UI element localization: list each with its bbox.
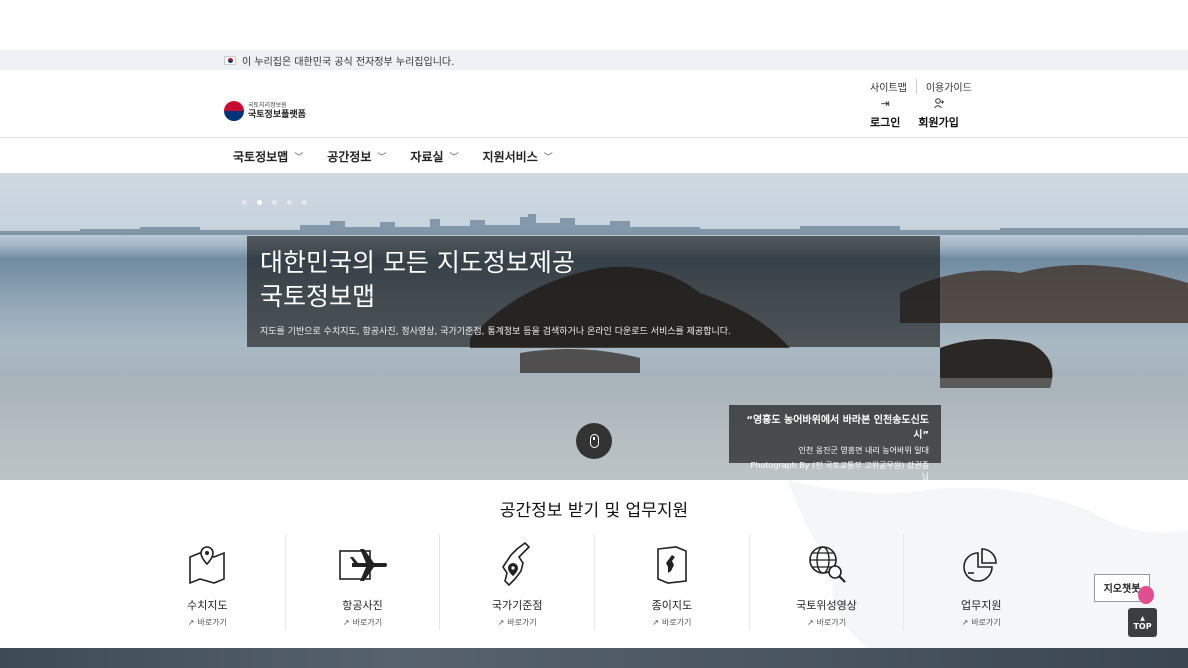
logo-name: 국토정보플랫폼: [248, 109, 306, 120]
service-name: 항공사진: [342, 599, 383, 612]
link-label: 바로가기: [816, 618, 847, 627]
slide-dot[interactable]: [272, 200, 277, 205]
external-link-icon: ↗: [497, 618, 505, 627]
service-link[interactable]: ↗ 바로가기: [807, 617, 846, 628]
pie-chart-icon: [955, 540, 1007, 588]
nav-label: 지원서비스: [482, 150, 538, 164]
airplane-icon: [337, 540, 389, 588]
chevron-down-icon: ﹀: [449, 153, 459, 163]
arrow-up-icon: ▲: [1140, 614, 1145, 622]
nav-label: 공간정보: [327, 150, 372, 164]
service-link[interactable]: ↗ 바로가기: [188, 617, 227, 628]
geo-chatbot-button[interactable]: 지오챗봇: [1094, 574, 1158, 606]
bottom-map-strip: [0, 648, 1188, 668]
slide-dot[interactable]: [302, 200, 307, 205]
hero-description: 지도를 기반으로 수치지도, 항공사진, 정사영상, 국가기준점, 통계정보 등…: [260, 327, 731, 337]
chevron-down-icon: ﹀: [294, 153, 304, 163]
services-section: 공간정보 받기 및 업무지원 수치지도 ↗ 바로가기 항공사진 ↗ 바로가기 국가기…: [0, 480, 1188, 648]
nav-label: 자료실: [410, 150, 444, 164]
chevron-down-icon: ﹀: [377, 153, 387, 163]
scroll-top-button[interactable]: ▲ TOP: [1128, 608, 1157, 637]
service-link[interactable]: ↗ 바로가기: [652, 617, 691, 628]
external-link-icon: ↗: [187, 618, 195, 627]
site-header: 국토지리정보원 국토정보플랫폼 사이트맵 이용가이드 ⇥ 로그인 회원가입: [0, 70, 1188, 138]
caption-title: “영흥도 농어바위에서 바라본 인천송도신도시”: [746, 415, 929, 441]
hero-text-box: 대한민국의 모든 지도정보제공 국토정보맵 지도를 기반으로 수치지도, 항공사…: [247, 236, 940, 347]
login-label: 로그인: [870, 116, 901, 129]
gov-banner: 이 누리집은 대한민국 공식 전자정부 누리집입니다.: [0, 50, 1188, 70]
nav-label: 국토정보맵: [233, 150, 289, 164]
nav-item-support[interactable]: 지원서비스 ﹀: [483, 148, 553, 165]
paper-map-icon: [646, 540, 698, 588]
service-aerial-photo[interactable]: 항공사진 ↗ 바로가기: [284, 534, 440, 630]
link-label: 바로가기: [507, 618, 537, 627]
sitemap-link[interactable]: 사이트맵: [870, 79, 917, 94]
service-link[interactable]: ↗ 바로가기: [498, 617, 537, 628]
service-name: 국토위성영상: [796, 599, 857, 612]
nav-item-land-info-map[interactable]: 국토정보맵 ﹀: [233, 148, 303, 165]
external-link-icon: ↗: [961, 618, 969, 627]
services-title: 공간정보 받기 및 업무지원: [499, 501, 689, 521]
external-link-icon: ↗: [652, 618, 659, 627]
user-actions: ⇥ 로그인 회원가입: [870, 97, 959, 130]
caption-location: 인천 옹진군 영흥면 내리 농어바위 일대: [798, 446, 929, 455]
link-label: 바로가기: [197, 618, 227, 627]
service-name: 국가기준점: [491, 599, 543, 612]
guide-link[interactable]: 이용가이드: [917, 79, 981, 94]
link-label: 바로가기: [352, 618, 383, 627]
site-logo[interactable]: 국토지리정보원 국토정보플랫폼: [224, 101, 306, 121]
service-link[interactable]: ↗ 바로가기: [962, 617, 1001, 628]
hero-title-line1: 대한민국의 모든 지도정보제공: [260, 248, 575, 277]
external-link-icon: ↗: [342, 618, 350, 627]
external-link-icon: ↗: [806, 618, 814, 627]
taegeuk-logo-icon: [224, 101, 244, 121]
nav-item-spatial-info[interactable]: 공간정보 ﹀: [327, 148, 386, 165]
hero-banner: 대한민국의 모든 지도정보제공 국토정보맵 지도를 기반으로 수치지도, 항공사…: [0, 173, 1188, 480]
service-link[interactable]: ↗ 바로가기: [343, 617, 382, 628]
slide-indicators: [242, 200, 307, 205]
service-name: 업무지원: [960, 599, 1002, 612]
caption-credit: Photograph By (전 국토교통부 고위공무원) 강권중 님: [750, 461, 929, 480]
photo-caption: “영흥도 농어바위에서 바라본 인천송도신도시” 인천 옹진군 영흥면 내리 농…: [729, 405, 941, 480]
slide-dot[interactable]: [287, 200, 292, 205]
chevron-down-icon: ﹀: [543, 153, 553, 163]
login-icon: ⇥: [880, 97, 890, 110]
login-button[interactable]: ⇥ 로그인: [870, 97, 900, 130]
map-pin-icon: [181, 540, 233, 588]
globe-search-icon: [801, 540, 853, 588]
service-digital-map[interactable]: 수치지도 ↗ 바로가기: [130, 534, 285, 630]
logo-org: 국토지리정보원: [248, 101, 287, 109]
nav-item-archive[interactable]: 자료실 ﹀: [410, 148, 458, 165]
service-satellite-image[interactable]: 국토위성영상 ↗ 바로가기: [748, 534, 904, 630]
hero-title-line2: 국토정보맵: [260, 282, 376, 311]
service-national-reference-point[interactable]: 국가기준점 ↗ 바로가기: [439, 534, 594, 630]
service-name: 종이지도: [651, 599, 693, 612]
service-name: 수치지도: [187, 599, 228, 612]
link-label: 바로가기: [971, 618, 1001, 627]
chatbot-character-icon: [1138, 586, 1154, 604]
korea-map-icon: [491, 540, 543, 588]
service-work-support[interactable]: 업무지원 ↗ 바로가기: [903, 534, 1058, 630]
signup-button[interactable]: 회원가입: [918, 97, 959, 130]
gov-banner-text: 이 누리집은 대한민국 공식 전자정부 누리집입니다.: [242, 57, 455, 68]
main-navigation: 국토정보맵 ﹀ 공간정보 ﹀ 자료실 ﹀ 지원서비스 ﹀: [0, 139, 1188, 173]
link-label: 바로가기: [661, 618, 692, 627]
korea-flag-icon: [224, 56, 236, 65]
services-list: 수치지도 ↗ 바로가기 항공사진 ↗ 바로가기 국가기준점 ↗ 바로가기 종이지도 ↗…: [130, 534, 1058, 630]
utility-links: 사이트맵 이용가이드: [870, 79, 981, 94]
scroll-down-button[interactable]: [576, 423, 612, 459]
slide-dot[interactable]: [242, 200, 247, 205]
signup-label: 회원가입: [918, 116, 959, 129]
top-label: TOP: [1133, 621, 1152, 631]
mouse-scroll-icon: [589, 434, 599, 448]
service-paper-map[interactable]: 종이지도 ↗ 바로가기: [594, 534, 749, 630]
add-user-icon: [933, 97, 945, 111]
slide-dot-active[interactable]: [257, 200, 262, 205]
